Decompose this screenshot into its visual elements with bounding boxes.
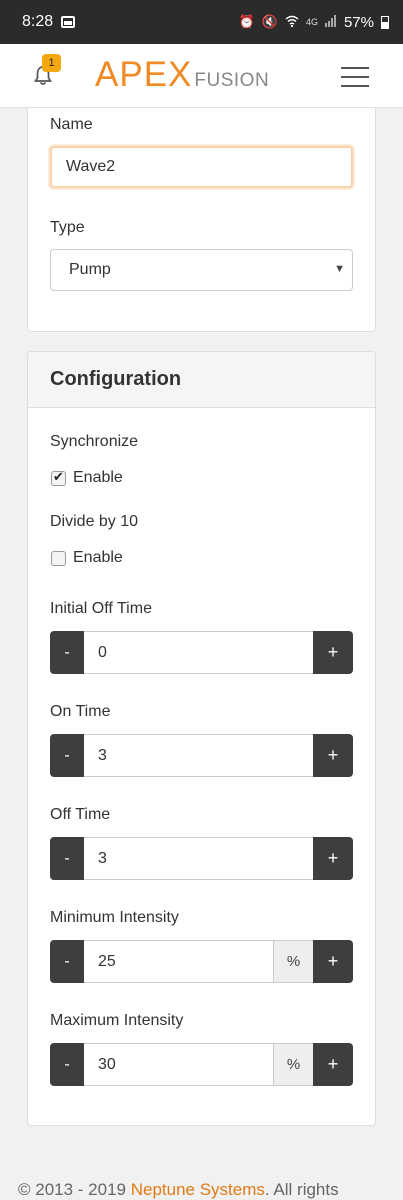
type-select[interactable]: Pump ▼ [50, 249, 353, 291]
name-input[interactable]: Wave2 [50, 146, 353, 188]
neptune-systems-link[interactable]: Neptune Systems [131, 1180, 265, 1199]
initial-off-time-decrement-button[interactable]: - [50, 631, 84, 674]
minimum-intensity-increment-button[interactable]: + [313, 940, 353, 983]
on-time-stepper: - 3 + [50, 734, 353, 777]
maximum-intensity-decrement-button[interactable]: - [50, 1043, 84, 1086]
on-time-decrement-button[interactable]: - [50, 734, 84, 777]
initial-off-time-input[interactable]: 0 [84, 631, 313, 674]
wifi-icon [285, 15, 299, 30]
minimum-intensity-decrement-button[interactable]: - [50, 940, 84, 983]
maximum-intensity-unit: % [273, 1043, 313, 1086]
synchronize-label: Synchronize [50, 433, 139, 450]
status-icons: ⏰ 🔇 4G 57% [239, 14, 389, 31]
initial-off-time-increment-button[interactable]: + [313, 631, 353, 674]
maximum-intensity-label: Maximum Intensity [50, 1012, 184, 1029]
divide-by-10-label: Divide by 10 [50, 513, 139, 530]
menu-icon[interactable] [341, 67, 369, 87]
maximum-intensity-input[interactable]: 30 [84, 1043, 273, 1086]
synchronize-enable-row[interactable]: Enable [51, 469, 123, 487]
divide-by-10-enable-row[interactable]: Enable [51, 549, 123, 567]
divide-by-10-checkbox[interactable] [51, 550, 66, 566]
apex-fusion-logo[interactable]: APEX FUSION [95, 56, 269, 94]
type-select-value: Pump [69, 261, 111, 278]
rights-text: . All rights [264, 1180, 339, 1199]
maximum-intensity-stepper: - 30 % + [50, 1043, 353, 1086]
synchronize-checkbox[interactable] [51, 469, 66, 486]
synchronize-enable-label: Enable [73, 469, 123, 486]
copyright-text: © 2013 - 2019 [18, 1180, 131, 1199]
alarm-icon: ⏰ [238, 14, 255, 29]
logo-fusion-text: FUSION [194, 70, 270, 91]
status-time: 8:28 [22, 13, 54, 30]
signal-icon [324, 14, 337, 30]
off-time-decrement-button[interactable]: - [50, 837, 84, 880]
type-label: Type [50, 219, 85, 236]
battery-percent: 57% [343, 13, 374, 31]
status-bar: 8:28 ⏰ 🔇 4G 57% [0, 0, 403, 44]
configuration-heading: Configuration [28, 352, 375, 408]
mute-icon: 🔇 [261, 14, 278, 29]
name-label: Name [50, 116, 93, 133]
off-time-label: Off Time [50, 806, 111, 823]
minimum-intensity-stepper: - 25 % + [50, 940, 353, 983]
initial-off-time-label: Initial Off Time [50, 600, 152, 617]
off-time-stepper: - 3 + [50, 837, 353, 880]
minimum-intensity-unit: % [273, 940, 313, 983]
on-time-input[interactable]: 3 [84, 734, 313, 777]
app-header: 1 APEX FUSION [0, 44, 403, 108]
off-time-increment-button[interactable]: + [313, 837, 353, 880]
gallery-icon [61, 16, 76, 28]
minimum-intensity-input[interactable]: 25 [84, 940, 273, 983]
network-type: 4G [305, 17, 318, 27]
battery-icon [381, 15, 389, 29]
divide-by-10-enable-label: Enable [73, 549, 123, 566]
maximum-intensity-increment-button[interactable]: + [313, 1043, 353, 1086]
on-time-label: On Time [50, 703, 111, 720]
minimum-intensity-label: Minimum Intensity [50, 909, 179, 926]
caret-down-icon: ▼ [334, 263, 345, 275]
on-time-increment-button[interactable]: + [313, 734, 353, 777]
notification-badge[interactable]: 1 [42, 54, 61, 72]
off-time-input[interactable]: 3 [84, 837, 313, 880]
page-footer: © 2013 - 2019 Neptune Systems. All right… [18, 1180, 339, 1200]
initial-off-time-stepper: - 0 + [50, 631, 353, 674]
logo-apex-text: APEX [95, 55, 193, 94]
